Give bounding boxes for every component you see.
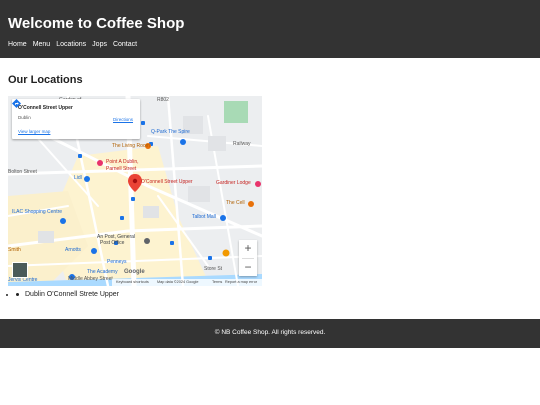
map-data-text: Map data ©2024 Google bbox=[157, 280, 199, 284]
nav-jops-link[interactable]: Jops bbox=[92, 41, 107, 48]
zoom-in-button[interactable]: + bbox=[239, 240, 257, 257]
google-logo: Google bbox=[124, 269, 145, 275]
map-label-qpark: Q-Park The Spire bbox=[151, 129, 190, 135]
place-info-card: O'Connell Street Upper Dublin View large… bbox=[12, 99, 140, 139]
zoom-controls: + − bbox=[239, 240, 257, 276]
locations-list: Dublin O'Connell Strete Upper bbox=[16, 291, 119, 298]
main-nav: Home Menu Locations Jops Contact bbox=[8, 41, 137, 48]
zoom-out-button[interactable]: − bbox=[239, 259, 257, 276]
map-label-bolton: Bolton Street bbox=[8, 169, 37, 175]
map-type-thumbnail[interactable] bbox=[12, 262, 28, 278]
report-error-link[interactable]: Report a map error bbox=[225, 280, 257, 284]
nav-home-link[interactable]: Home bbox=[8, 41, 27, 48]
map-label-railway: Railway bbox=[233, 141, 251, 147]
map-label-ilac: ILAC Shopping Centre bbox=[12, 209, 63, 215]
place-name: O'Connell Street Upper bbox=[18, 105, 73, 111]
map-label-gardiner: Gardiner Lodge bbox=[216, 180, 251, 186]
map-label-store-st: Store St bbox=[204, 266, 223, 272]
map-attribution-bar: Keyboard shortcuts Map data ©2024 Google… bbox=[112, 279, 262, 286]
map-label-academy: The Academy bbox=[87, 269, 118, 275]
nav-locations-link[interactable]: Locations bbox=[56, 41, 86, 48]
footer-copyright: © NB Coffee Shop. All rights reserved. bbox=[214, 329, 326, 336]
map-label-an-post-2: Post Office bbox=[100, 240, 125, 246]
map-label-lidl: Lidl bbox=[74, 175, 82, 181]
directions-icon[interactable] bbox=[12, 99, 21, 108]
map-label-smith: Smith bbox=[8, 247, 21, 253]
location-item: Dublin O'Connell Strete Upper bbox=[16, 291, 119, 298]
site-header: Welcome to Coffee Shop Home Menu Locatio… bbox=[0, 0, 540, 58]
map-label-living-room: The Living Room bbox=[112, 143, 150, 149]
site-footer: © NB Coffee Shop. All rights reserved. bbox=[0, 319, 540, 348]
map-label-talbot: Talbot Mall bbox=[192, 214, 216, 220]
map-label-parnell: Parnell Street bbox=[106, 166, 137, 172]
nav-menu-link[interactable]: Menu bbox=[33, 41, 51, 48]
site-title: Welcome to Coffee Shop bbox=[8, 15, 185, 32]
directions-link[interactable]: Directions bbox=[113, 117, 133, 122]
keyboard-shortcuts-link[interactable]: Keyboard shortcuts bbox=[116, 280, 149, 284]
map-label-point-a: Point A Dublin, bbox=[106, 159, 139, 165]
view-larger-map-link[interactable]: View larger map bbox=[18, 129, 50, 134]
place-city: Dublin bbox=[18, 115, 31, 120]
map-label-middle-abbey: Middle Abbey Street bbox=[68, 276, 113, 282]
nav-contact-link[interactable]: Contact bbox=[113, 41, 137, 48]
map-label-penneys: Penneys bbox=[107, 259, 127, 265]
map-label-the-cell: The Cell bbox=[226, 200, 245, 206]
embedded-map[interactable]: Garden of R802 Q-Park The Spire Railway … bbox=[8, 96, 262, 286]
section-title: Our Locations bbox=[8, 74, 83, 86]
terms-link[interactable]: Terms bbox=[212, 280, 222, 284]
map-marker-label[interactable]: O'Connell Street Upper bbox=[141, 179, 193, 185]
map-label-arnotts: Arnotts bbox=[65, 247, 81, 253]
map-label-r802: R802 bbox=[157, 97, 169, 103]
